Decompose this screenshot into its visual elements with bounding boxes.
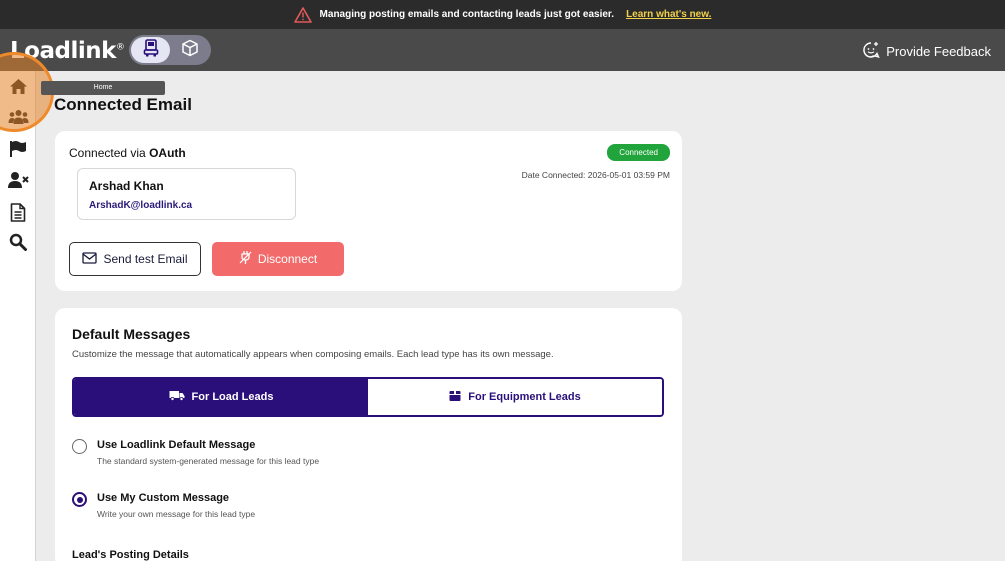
account-name: Arshad Khan	[89, 179, 164, 193]
unplug-icon	[239, 250, 252, 268]
user-block-icon	[7, 171, 29, 194]
option-label: Use Loadlink Default Message	[97, 439, 256, 451]
lead-type-tabs: For Load Leads For Equipment Leads	[72, 377, 664, 417]
flag-icon	[9, 140, 27, 163]
feedback-label: Provide Feedback	[886, 44, 991, 59]
top-navigation-bar: Loadlink® Provide Feedback	[0, 29, 1005, 71]
account-email: ArshadK@loadlink.ca	[89, 200, 193, 211]
announcement-banner: Managing posting emails and contacting l…	[0, 0, 1005, 29]
send-test-email-button[interactable]: Send test Email	[69, 242, 201, 276]
page-title: Connected Email	[54, 95, 192, 114]
date-connected: Date Connected: 2026-05-01 03:59 PM	[521, 170, 670, 180]
connection-card: Connected via OAuth Connected Date Conne…	[55, 131, 682, 291]
connection-method: Connected via OAuth	[69, 146, 186, 160]
document-icon	[10, 203, 26, 227]
home-tooltip: Home	[41, 81, 165, 95]
warning-icon	[293, 6, 312, 23]
freight-mode-button[interactable]	[170, 37, 209, 63]
search-icon	[9, 233, 27, 256]
sidebar-item-documents[interactable]	[8, 203, 28, 227]
envelope-icon	[82, 251, 98, 267]
sidebar	[0, 71, 36, 561]
box-icon	[181, 39, 199, 62]
option-description: The standard system-generated message fo…	[97, 456, 320, 466]
radio-default-message[interactable]	[72, 439, 87, 454]
posting-details-label: Lead's Posting Details	[72, 549, 189, 561]
box-icon	[449, 390, 461, 405]
disconnect-button[interactable]: Disconnect	[212, 242, 344, 276]
mode-toggle	[129, 35, 211, 65]
truck-icon	[143, 38, 159, 62]
truck-mode-button[interactable]	[131, 37, 170, 63]
tab-equipment-leads[interactable]: For Equipment Leads	[368, 379, 662, 415]
sidebar-item-blocked[interactable]	[7, 171, 29, 194]
sidebar-item-flags[interactable]	[8, 140, 28, 163]
option-description: Write your own message for this lead typ…	[97, 509, 256, 519]
section-title: Default Messages	[72, 326, 191, 342]
banner-message: Managing posting emails and contacting l…	[319, 9, 615, 20]
default-messages-card: Default Messages Customize the message t…	[55, 308, 682, 561]
truck-icon	[169, 390, 185, 404]
feedback-icon	[862, 41, 880, 62]
status-badge: Connected	[607, 144, 670, 161]
radio-custom-message[interactable]	[72, 492, 87, 507]
section-description: Customize the message that automatically…	[72, 349, 554, 360]
option-label: Use My Custom Message	[97, 492, 230, 504]
provide-feedback-button[interactable]: Provide Feedback	[862, 41, 991, 62]
sidebar-item-search[interactable]	[8, 233, 28, 256]
tab-load-leads[interactable]: For Load Leads	[74, 379, 368, 415]
connected-account: Arshad Khan ArshadK@loadlink.ca	[77, 168, 296, 220]
learn-more-link[interactable]: Learn what's new.	[626, 9, 711, 20]
